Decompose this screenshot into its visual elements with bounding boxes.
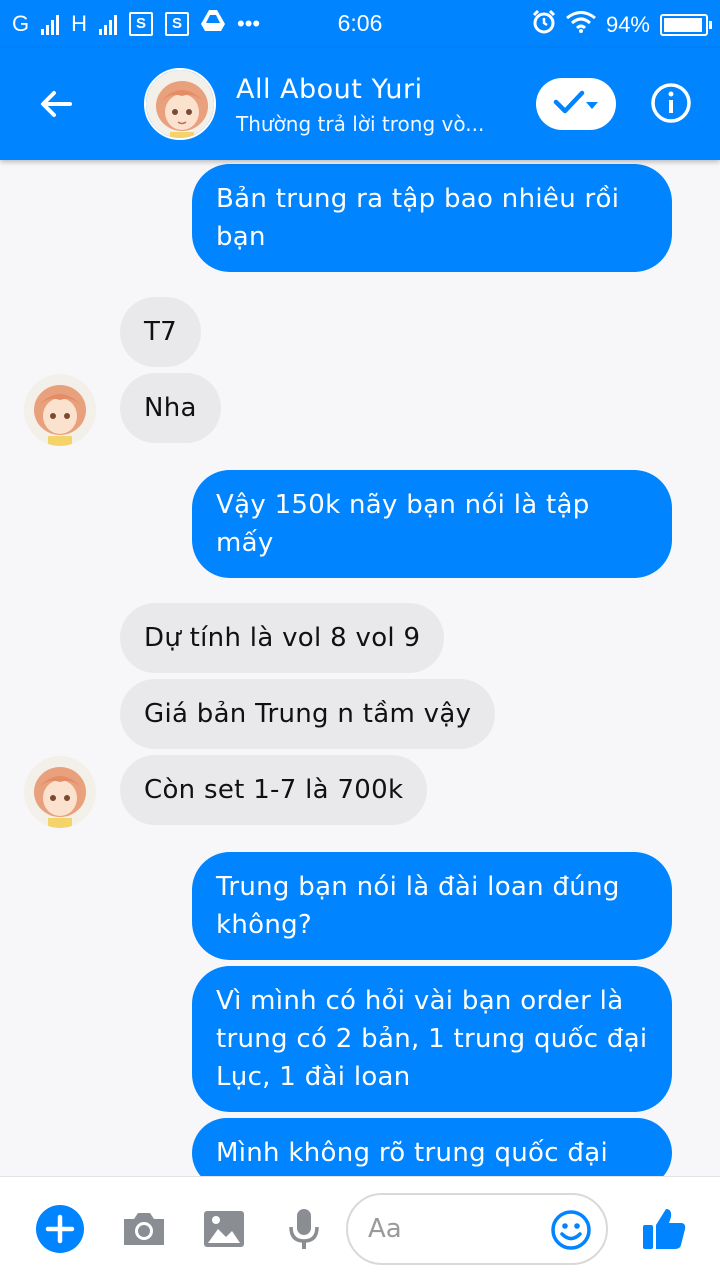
message-bubble-outgoing[interactable]: Vì mình có hỏi vài bạn order là trung có… <box>192 966 672 1112</box>
message-bubble-incoming[interactable]: Dự tính là vol 8 vol 9 <box>120 603 445 673</box>
message-bubble-incoming[interactable]: Nha <box>120 373 221 443</box>
plus-icon[interactable] <box>36 1205 84 1253</box>
message-bubble-outgoing[interactable]: Mình không rõ trung quốc đại <box>192 1118 672 1176</box>
info-icon[interactable] <box>650 82 692 124</box>
status-check-button[interactable] <box>536 78 616 130</box>
chevron-down-icon <box>585 95 599 114</box>
conversation-header: All About Yuri Thường trả lời trong vò..… <box>0 48 720 160</box>
battery-percent: 94% <box>605 12 650 37</box>
image-icon[interactable] <box>200 1205 248 1253</box>
contact-avatar[interactable] <box>144 68 216 140</box>
message-list[interactable]: Bản trung ra tập bao nhiêu rồi bạn T7 Nh… <box>0 160 720 1176</box>
check-icon <box>553 89 585 119</box>
microphone-icon[interactable] <box>280 1205 328 1253</box>
message-bubble-incoming[interactable]: Còn set 1-7 là 700k <box>120 755 428 825</box>
battery-icon <box>660 14 712 36</box>
message-bubble-outgoing[interactable]: Trung bạn nói là đài loan đúng không? <box>192 852 672 960</box>
sender-avatar[interactable] <box>24 756 96 828</box>
alarm-icon <box>532 9 556 40</box>
message-input[interactable] <box>368 1209 538 1249</box>
message-bubble-incoming[interactable]: T7 <box>120 297 202 367</box>
message-bubble-incoming[interactable]: Giá bản Trung n tầm vậy <box>120 679 496 749</box>
back-arrow-icon[interactable] <box>36 84 76 124</box>
message-bubble-outgoing[interactable]: Vậy 150k nãy bạn nói là tập mấy <box>192 470 672 578</box>
wifi-icon <box>566 11 596 39</box>
conversation-title[interactable]: All About Yuri <box>236 74 423 105</box>
emoji-icon[interactable] <box>550 1209 592 1251</box>
status-right: 94% <box>532 9 712 40</box>
camera-icon[interactable] <box>120 1205 168 1253</box>
message-bubble-outgoing[interactable]: Bản trung ra tập bao nhiêu rồi bạn <box>192 164 672 272</box>
composer-bar <box>0 1176 720 1280</box>
sender-avatar[interactable] <box>24 374 96 446</box>
message-composer[interactable] <box>346 1193 608 1265</box>
thumbs-up-icon[interactable] <box>640 1205 688 1253</box>
response-time-subtitle: Thường trả lời trong vò... <box>236 112 485 136</box>
status-bar: G H S S ••• 6:06 94% <box>0 0 720 48</box>
